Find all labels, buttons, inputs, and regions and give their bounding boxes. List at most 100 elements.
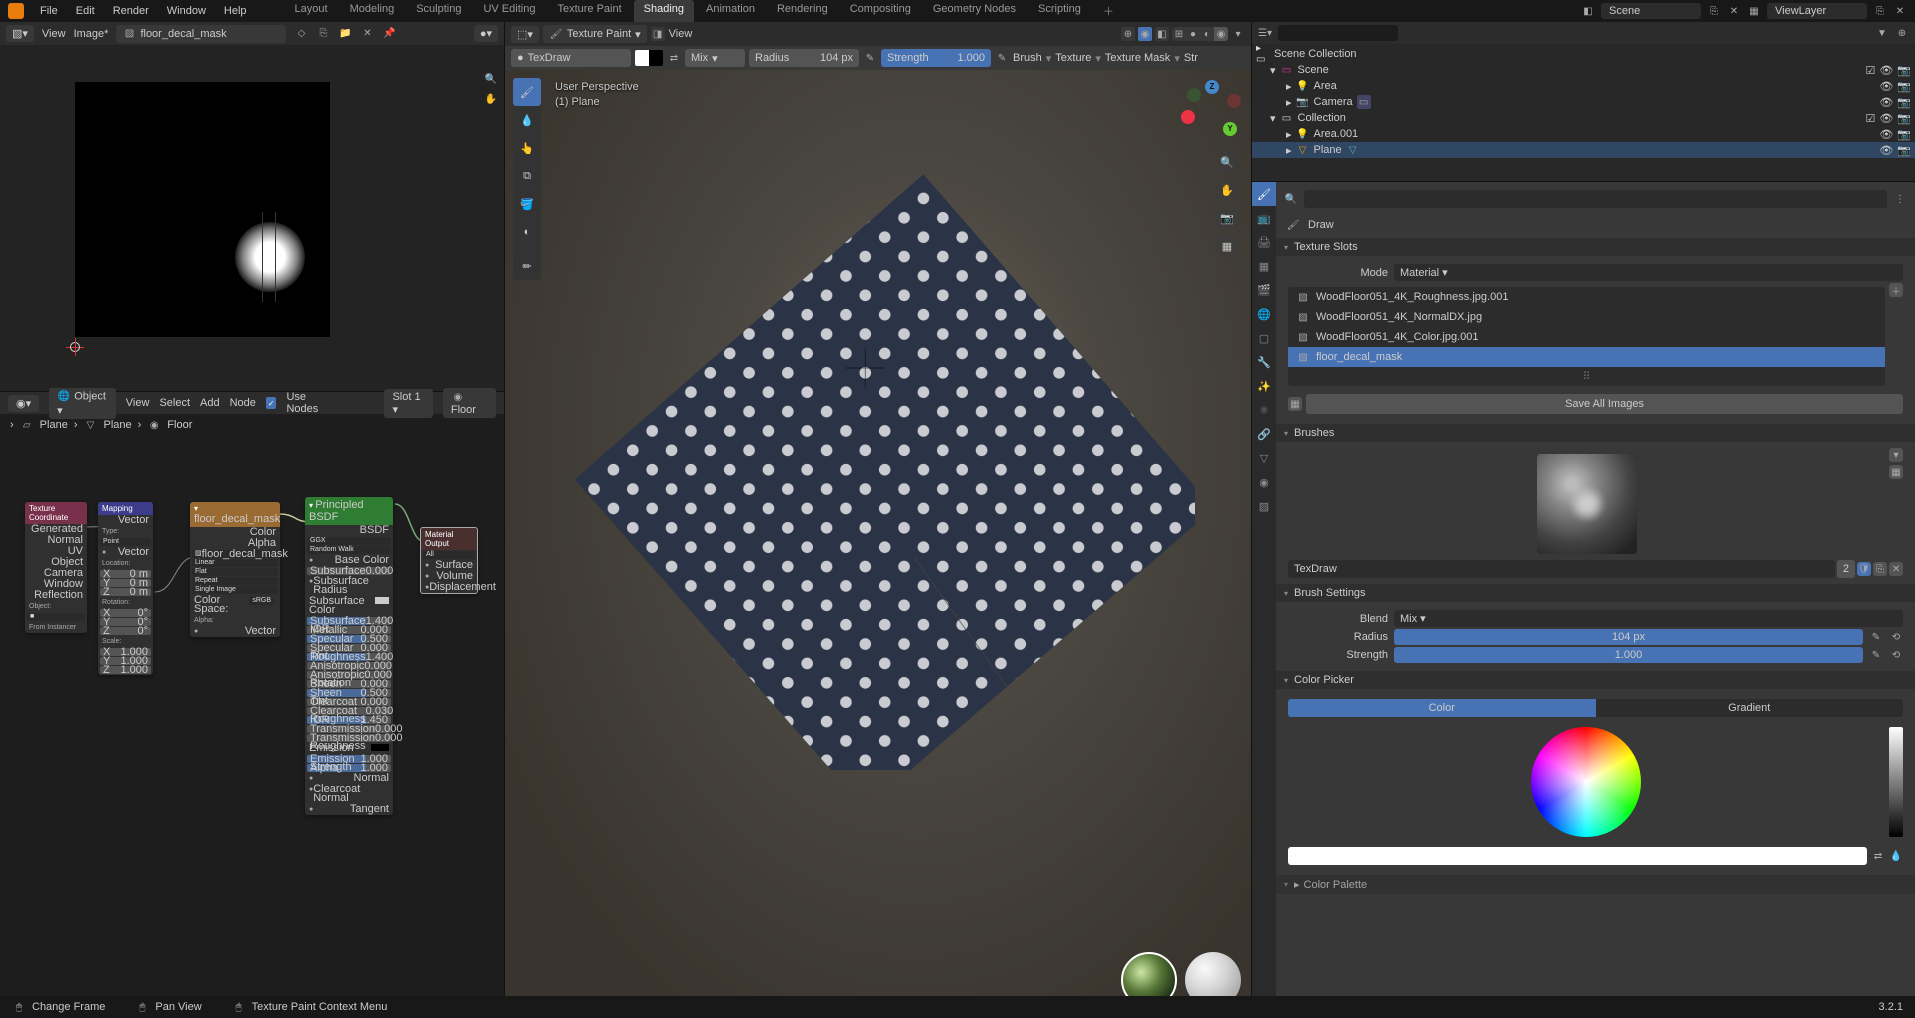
persp-ortho-icon[interactable]: ▦ [1215,234,1239,258]
menu-help[interactable]: Help [216,3,255,19]
scene-selector[interactable]: Scene [1601,3,1701,19]
fill-tool[interactable]: 🪣 [513,190,541,218]
smear-tool[interactable]: 👆 [513,134,541,162]
add-slot-button[interactable]: ＋ [1889,283,1903,297]
physics-tab[interactable]: ⚛ [1252,398,1276,422]
swap-colors-icon[interactable]: ⇄ [667,51,681,65]
proj-dropdown[interactable]: Flat [192,568,278,576]
uv-icon[interactable]: ▦ [1288,397,1302,411]
viewport-body[interactable]: 🖌 💧 👆 ⧉ 🪣 ◐ ✏ User Perspective (1) Plane [505,70,1251,1018]
tab-shading[interactable]: Shading [634,0,694,22]
wireframe-shading-icon[interactable]: ⊞ [1172,27,1186,41]
node-menu-view[interactable]: View [126,397,150,409]
socket-output[interactable]: Vector [98,515,153,526]
brush-name-field[interactable]: TexDraw [1288,560,1835,578]
texture-slots-header[interactable]: Texture Slots [1276,238,1915,256]
material-selector[interactable]: ◉ Floor [443,388,496,418]
outliner-row-collection[interactable]: ▾▭ Collection ☑👁📷 [1252,110,1915,126]
tab-rendering[interactable]: Rendering [767,0,838,22]
image-name-field[interactable]: ▨ floor_decal_mask [116,25,286,43]
gradient-tab[interactable]: Gradient [1596,699,1904,717]
blend-dropdown[interactable]: Mix ▾ [1394,610,1903,627]
subsurfrad-input[interactable]: ● Subsurface Radius [305,576,393,596]
breadcrumb-plane2[interactable]: Plane [103,419,131,431]
ext-dropdown[interactable]: Repeat [192,577,278,585]
texture-slot-item[interactable]: ▨WoodFloor051_4K_Color.jpg.001 [1288,327,1885,347]
pin-icon[interactable]: 📌 [382,27,396,41]
tangent-input[interactable]: ● Tangent [305,804,393,815]
tab-texture-paint[interactable]: Texture Paint [547,0,631,22]
subsurfcol-input[interactable]: Subsurface Color [305,596,393,616]
value-slider[interactable] [1889,727,1903,837]
brushes-header[interactable]: Brushes [1276,424,1915,442]
rot-z[interactable]: Z0° [100,627,151,635]
hide-toggle[interactable]: 👁 [1879,96,1893,109]
unlink-image-icon[interactable]: ✕ [360,27,374,41]
soften-tool[interactable]: 💧 [513,106,541,134]
data-tab[interactable]: ▽ [1252,446,1276,470]
particle-tab[interactable]: ✨ [1252,374,1276,398]
shading-options-icon[interactable]: ▾ [1231,27,1245,41]
tab-scripting[interactable]: Scripting [1028,0,1091,22]
editor-type-dropdown[interactable]: ⬚▾ [511,26,539,43]
draw-tool[interactable]: 🖌 [513,78,541,106]
exclude-toggle[interactable]: ☑ [1865,64,1875,77]
strength-slider[interactable]: 1.000 [1394,647,1863,663]
fake-user-icon[interactable]: 🛡 [1857,562,1871,576]
brush-users-count[interactable]: 2 [1837,560,1855,578]
xray-toggle-icon[interactable]: ◧ [1155,27,1169,41]
brush-presets-icon[interactable]: ▾ [1889,448,1903,462]
radius-pressure-icon[interactable]: ✎ [1869,630,1883,644]
object-field[interactable]: ■ [27,613,85,621]
grip-icon[interactable]: ⠿ [1288,367,1885,386]
texture-mask-menu[interactable]: Texture Mask [1105,52,1170,64]
dist-dropdown[interactable]: GGX [307,537,391,545]
menu-render[interactable]: Render [105,3,157,19]
node-menu-select[interactable]: Select [159,397,190,409]
node-mapping[interactable]: Mapping Vector Type: Point ● Vector Loca… [98,502,153,675]
texture-slot-item[interactable]: ▨WoodFloor051_4K_Roughness.jpg.001 [1288,287,1885,307]
outliner-row-plane[interactable]: ▸▽ Plane ▽ 👁📷 [1252,142,1915,158]
gizmo-toggle-icon[interactable]: ⊕ [1121,27,1135,41]
menu-window[interactable]: Window [159,3,214,19]
subsurface-slider[interactable]: Subsurface0.000 [307,567,391,575]
hide-toggle[interactable]: 👁 [1879,144,1893,157]
color-palette-header[interactable]: ▸ Color Palette [1276,875,1915,894]
disable-toggle-icon[interactable]: 📷 [1897,64,1911,77]
object-tab[interactable]: ▢ [1252,326,1276,350]
constraint-tab[interactable]: 🔗 [1252,422,1276,446]
editor-type-dropdown[interactable]: ◉▾ [8,395,39,412]
image-canvas[interactable] [75,82,330,337]
image-field[interactable]: ▨ floor_decal_mask [192,550,278,558]
save-all-images-button[interactable]: Save All Images [1306,394,1903,414]
node-principled-bsdf[interactable]: ▾ Principled BSDF BSDF GGX Random Walk ●… [305,497,393,815]
disp-input[interactable]: ● Displacement [421,582,477,593]
linked-icon[interactable]: ◇ [294,27,308,41]
tab-geometry-nodes[interactable]: Geometry Nodes [923,0,1026,22]
brush-menu[interactable]: Brush [1013,52,1042,64]
exclude-toggle[interactable]: ☑ [1865,112,1875,125]
viewport-menu-view[interactable]: View [669,28,693,40]
move-gizmo-icon[interactable]: ✋ [1215,178,1239,202]
breadcrumb-plane[interactable]: Plane [40,419,68,431]
socket-output[interactable]: Reflection [25,590,87,601]
slot-selector[interactable]: Slot 1 ▾ [384,389,432,418]
color-sample-icon[interactable]: 💧 [1889,849,1903,863]
vector-input[interactable]: ● Vector [98,547,153,558]
pan-icon[interactable]: ✋ [484,92,498,106]
node-menu-node[interactable]: Node [230,397,256,409]
strength-unit-icon[interactable]: ⟲ [1889,648,1903,662]
tab-sculpting[interactable]: Sculpting [406,0,471,22]
menu-edit[interactable]: Edit [68,3,103,19]
color-wheel[interactable] [1531,727,1641,837]
add-workspace-button[interactable]: ＋ [1093,0,1124,22]
color-swatch[interactable] [635,50,663,66]
active-tool-tab[interactable]: 🖌 [1252,182,1276,206]
modifier-tab[interactable]: 🔧 [1252,350,1276,374]
overlay-toggle-icon[interactable]: ◉ [1138,27,1152,41]
brush-unlink-icon[interactable]: ✕ [1889,562,1903,576]
filter-icon[interactable]: ▼ [1875,26,1889,40]
world-tab[interactable]: 🌐 [1252,302,1276,326]
shader-type-dropdown[interactable]: 🌐 Object ▾ [49,388,116,419]
x-axis-icon[interactable] [1181,110,1195,124]
